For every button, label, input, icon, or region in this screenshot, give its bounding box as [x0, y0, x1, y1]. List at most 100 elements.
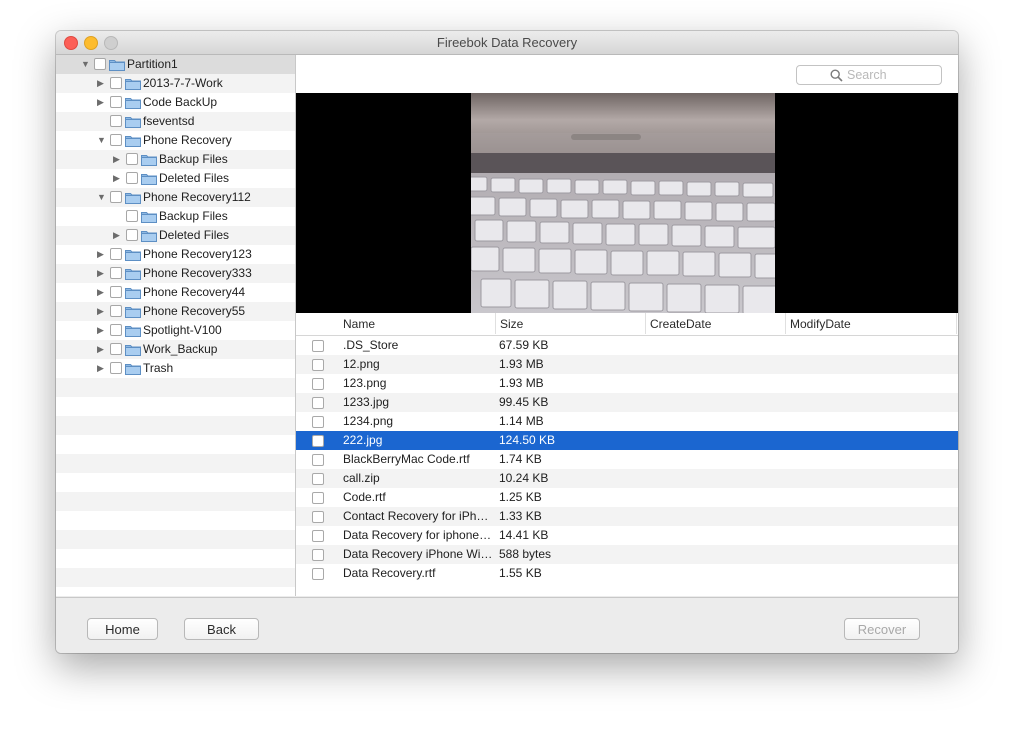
tree-item-label: 2013-7-7-Work	[143, 76, 223, 90]
tree-item[interactable]: ▶ Deleted Files	[56, 169, 295, 188]
tree-item-label: Phone Recovery123	[143, 247, 252, 261]
triangle-right-icon[interactable]: ▶	[113, 230, 120, 240]
row-checkbox[interactable]	[312, 416, 324, 428]
tree-checkbox[interactable]	[110, 286, 122, 298]
tree-item[interactable]: ▼ Partition1	[56, 55, 295, 74]
row-checkbox[interactable]	[312, 511, 324, 523]
row-checkbox[interactable]	[312, 359, 324, 371]
row-checkbox[interactable]	[312, 549, 324, 561]
tree-checkbox[interactable]	[126, 229, 138, 241]
row-checkbox[interactable]	[312, 454, 324, 466]
triangle-right-icon[interactable]: ▶	[97, 363, 104, 373]
row-checkbox[interactable]	[312, 492, 324, 504]
home-button[interactable]: Home	[87, 618, 158, 640]
main-panel: Name Size CreateDate ModifyDate .DS_Stor…	[296, 55, 958, 596]
triangle-right-icon[interactable]: ▶	[97, 287, 104, 297]
triangle-right-icon[interactable]: ▶	[97, 97, 104, 107]
triangle-down-icon[interactable]: ▼	[97, 135, 106, 145]
column-header-createdate[interactable]: CreateDate	[650, 317, 711, 331]
table-row[interactable]: 12.png 1.93 MB	[296, 355, 958, 374]
folder-icon	[125, 192, 141, 204]
file-name: 222.jpg	[343, 433, 383, 447]
column-header-name[interactable]: Name	[343, 317, 375, 331]
triangle-right-icon[interactable]: ▶	[97, 249, 104, 259]
table-row[interactable]: .DS_Store 67.59 KB	[296, 336, 958, 355]
image-preview	[296, 93, 958, 313]
row-checkbox[interactable]	[312, 568, 324, 580]
table-row[interactable]: 222.jpg 124.50 KB	[296, 431, 958, 450]
file-size: 124.50 KB	[499, 433, 556, 447]
tree-checkbox[interactable]	[110, 115, 122, 127]
tree-item-label: Code BackUp	[143, 95, 218, 109]
tree-checkbox[interactable]	[110, 343, 122, 355]
tree-checkbox[interactable]	[110, 324, 122, 336]
tree-item[interactable]: ▶ Deleted Files	[56, 226, 295, 245]
tree-checkbox[interactable]	[110, 267, 122, 279]
tree-item[interactable]: ▶ Backup Files	[56, 150, 295, 169]
search-field[interactable]	[796, 65, 942, 85]
tree-item-label: Phone Recovery112	[143, 190, 251, 204]
tree-checkbox[interactable]	[110, 305, 122, 317]
tree-checkbox[interactable]	[110, 362, 122, 374]
search-input[interactable]	[847, 68, 937, 82]
table-row[interactable]: Contact Recovery for iPho… 1.33 KB	[296, 507, 958, 526]
triangle-right-icon[interactable]: ▶	[113, 154, 120, 164]
tree-item[interactable]: ▶ Code BackUp	[56, 93, 295, 112]
tree-item[interactable]: ▶ Trash	[56, 359, 295, 378]
table-row[interactable]: Code.rtf 1.25 KB	[296, 488, 958, 507]
tree-checkbox[interactable]	[126, 210, 138, 222]
triangle-right-icon[interactable]: ▶	[97, 344, 104, 354]
table-row[interactable]: BlackBerryMac Code.rtf 1.74 KB	[296, 450, 958, 469]
tree-checkbox[interactable]	[126, 172, 138, 184]
row-checkbox[interactable]	[312, 435, 324, 447]
tree-item[interactable]: fseventsd	[56, 112, 295, 131]
tree-checkbox[interactable]	[110, 134, 122, 146]
tree-item-label: Backup Files	[159, 209, 228, 223]
row-checkbox[interactable]	[312, 378, 324, 390]
tree-item[interactable]: ▶ Phone Recovery123	[56, 245, 295, 264]
tree-item[interactable]: ▼ Phone Recovery	[56, 131, 295, 150]
table-row[interactable]: Data Recovery.rtf 1.55 KB	[296, 564, 958, 583]
table-row[interactable]: Data Recovery for iphone… 14.41 KB	[296, 526, 958, 545]
table-row[interactable]: Data Recovery iPhone Win… 588 bytes	[296, 545, 958, 564]
triangle-down-icon[interactable]: ▼	[97, 192, 106, 202]
column-header-modifydate[interactable]: ModifyDate	[790, 317, 851, 331]
triangle-right-icon[interactable]: ▶	[97, 268, 104, 278]
row-checkbox[interactable]	[312, 397, 324, 409]
triangle-right-icon[interactable]: ▶	[113, 173, 120, 183]
file-size: 1.55 KB	[499, 566, 542, 580]
file-size: 67.59 KB	[499, 338, 549, 352]
tree-item[interactable]: ▼ Phone Recovery112	[56, 188, 295, 207]
table-row[interactable]: call.zip 10.24 KB	[296, 469, 958, 488]
triangle-right-icon[interactable]: ▶	[97, 325, 104, 335]
row-checkbox[interactable]	[312, 473, 324, 485]
tree-item[interactable]: ▶ Spotlight-V100	[56, 321, 295, 340]
tree-checkbox[interactable]	[110, 96, 122, 108]
tree-checkbox[interactable]	[94, 58, 106, 70]
tree-item[interactable]: Backup Files	[56, 207, 295, 226]
column-header-size[interactable]: Size	[500, 317, 523, 331]
tree-checkbox[interactable]	[110, 191, 122, 203]
triangle-right-icon[interactable]: ▶	[97, 306, 104, 316]
back-button[interactable]: Back	[184, 618, 259, 640]
row-checkbox[interactable]	[312, 530, 324, 542]
triangle-right-icon[interactable]: ▶	[97, 78, 104, 88]
table-row[interactable]: 1233.jpg 99.45 KB	[296, 393, 958, 412]
tree-item[interactable]: ▶ Phone Recovery55	[56, 302, 295, 321]
row-checkbox[interactable]	[312, 340, 324, 352]
triangle-down-icon[interactable]: ▼	[81, 59, 90, 69]
tree-item[interactable]: ▶ Work_Backup	[56, 340, 295, 359]
tree-checkbox[interactable]	[126, 153, 138, 165]
tree-item[interactable]: ▶ Phone Recovery44	[56, 283, 295, 302]
preview-photo	[471, 93, 775, 313]
tree-checkbox[interactable]	[110, 77, 122, 89]
bottom-bar: Home Back Recover	[56, 597, 958, 653]
recover-button[interactable]: Recover	[844, 618, 920, 640]
tree-checkbox[interactable]	[110, 248, 122, 260]
table-row[interactable]: 123.png 1.93 MB	[296, 374, 958, 393]
tree-item[interactable]: ▶ 2013-7-7-Work	[56, 74, 295, 93]
tree-item-label: Phone Recovery44	[143, 285, 246, 299]
table-row[interactable]: 1234.png 1.14 MB	[296, 412, 958, 431]
tree-item[interactable]: ▶ Phone Recovery333	[56, 264, 295, 283]
folder-tree: ▼ Partition1 ▶ 2013-7-7-Work ▶ Code BackUp fse…	[56, 55, 296, 596]
